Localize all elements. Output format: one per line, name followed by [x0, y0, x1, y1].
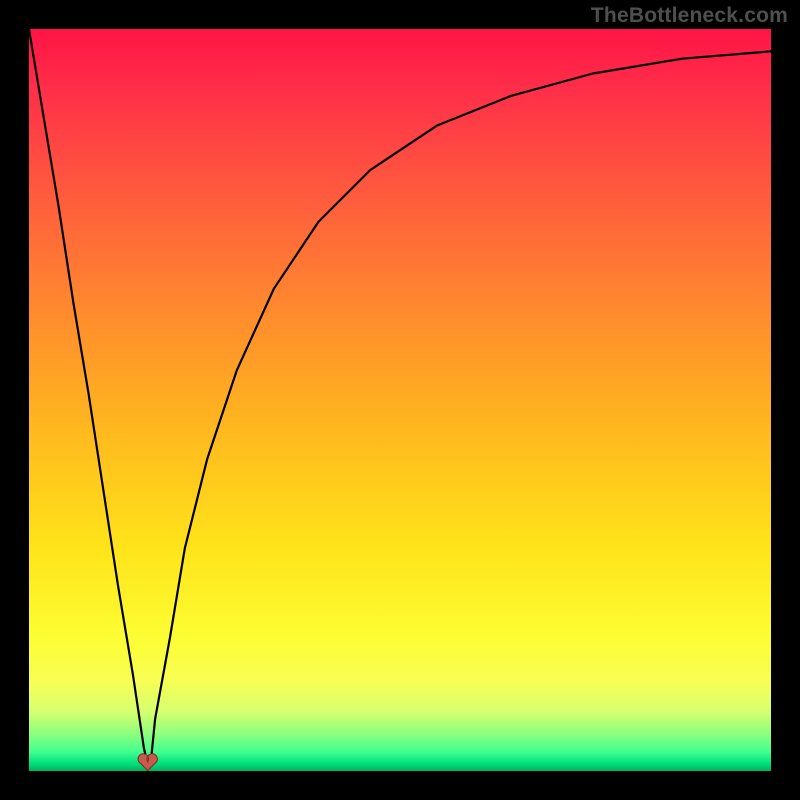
curve-layer	[29, 29, 771, 771]
min-marker	[138, 754, 157, 771]
bottleneck-curve	[29, 29, 771, 764]
attribution-text: TheBottleneck.com	[591, 4, 788, 28]
plot-area	[29, 29, 771, 771]
chart-frame: TheBottleneck.com	[0, 0, 800, 800]
